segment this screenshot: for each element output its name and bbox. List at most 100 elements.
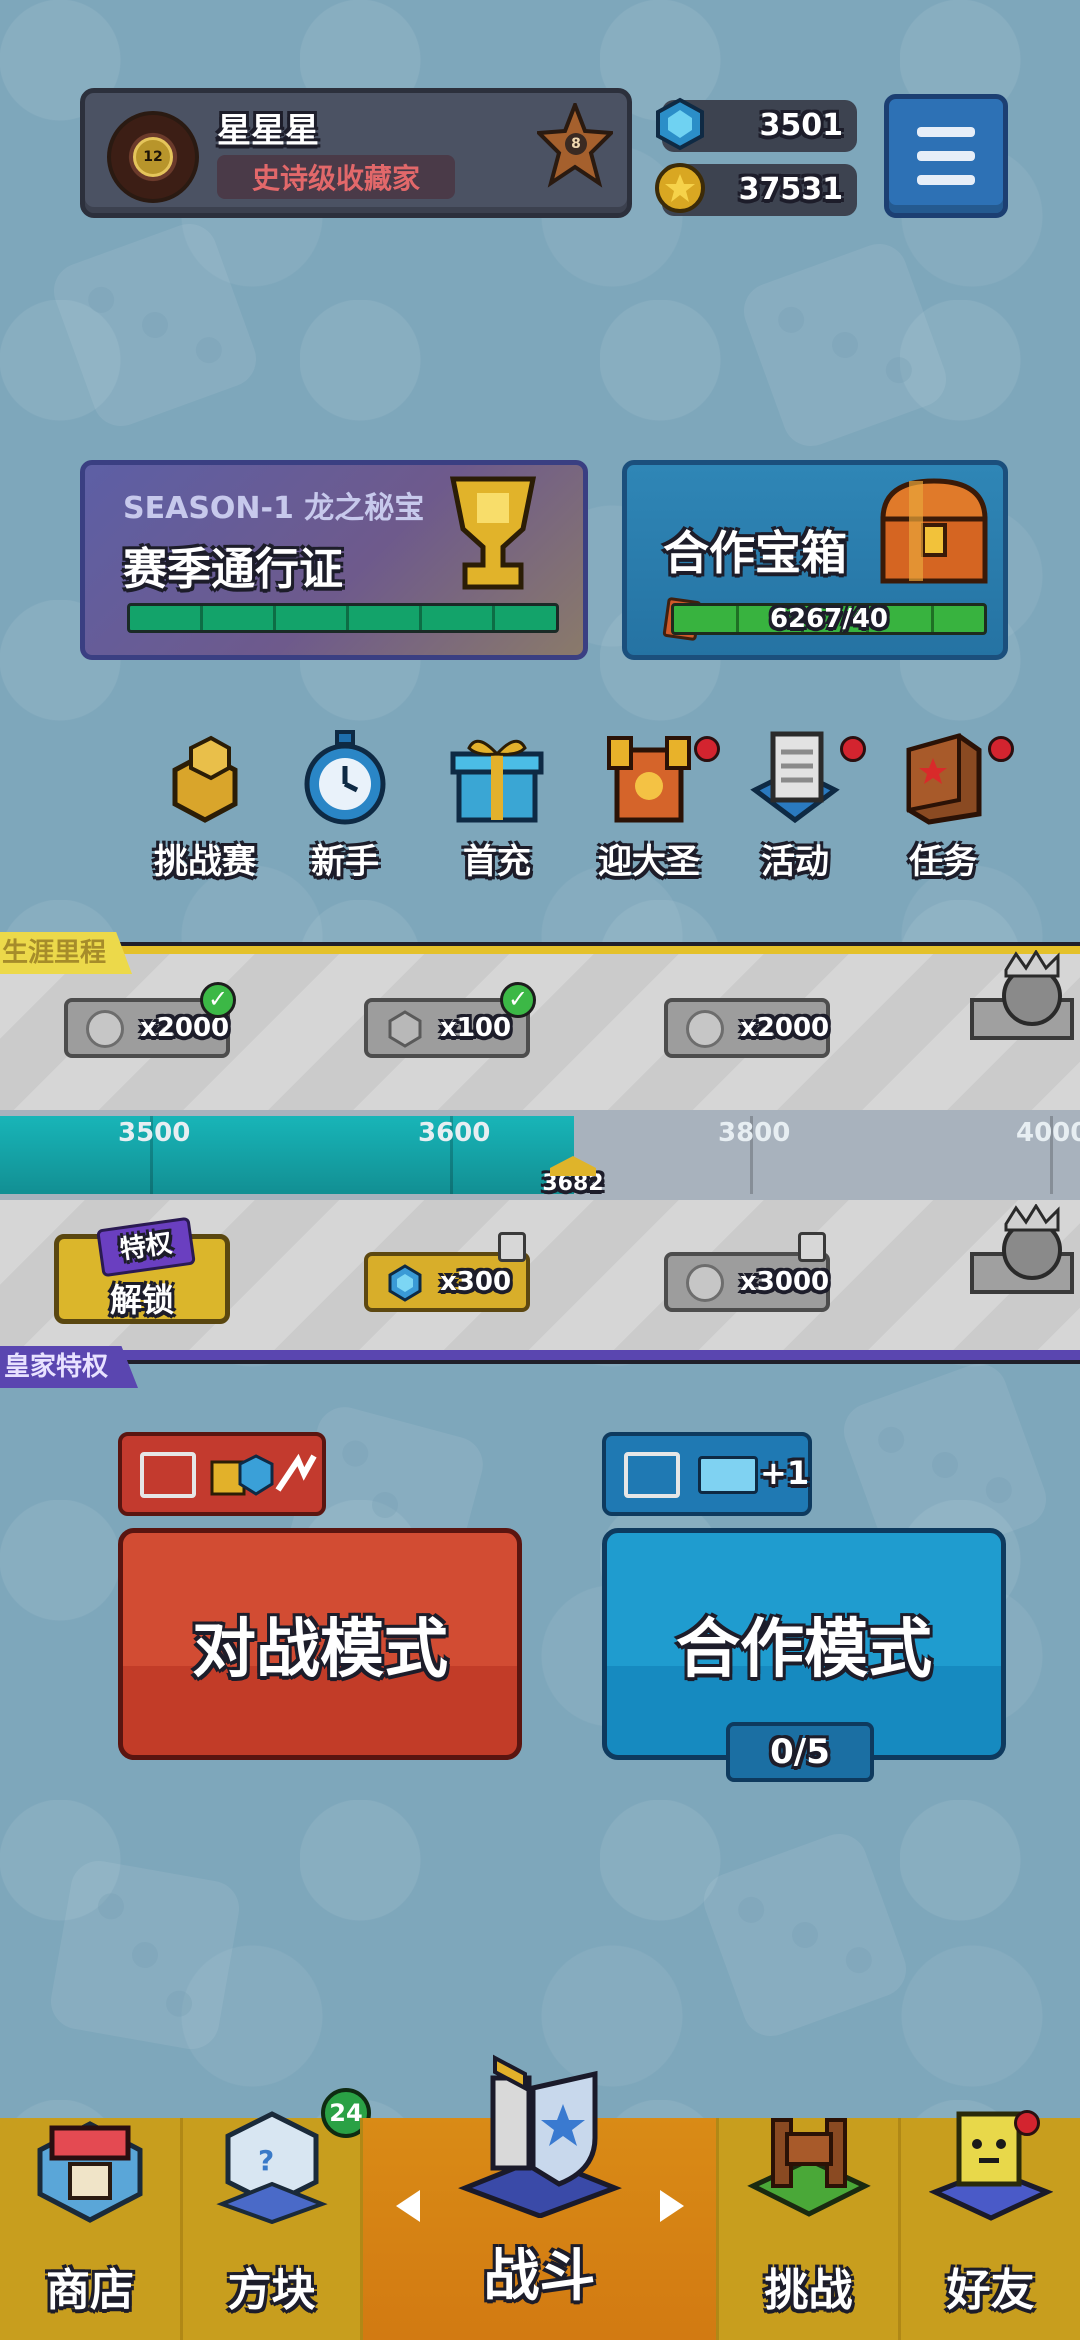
nav-friends[interactable]: 好友 [898,2110,1080,2340]
nav-blocks[interactable]: ? 24 方块 [180,2088,371,2340]
rank-level: 8 [565,133,587,155]
menu-button[interactable] [884,94,1008,218]
feature-label: 首充 [463,842,531,882]
royal-reward[interactable]: x3000 [664,1232,830,1312]
feature-first-recharge[interactable]: 首充 [432,730,562,882]
nav-label: 商店 [46,2265,134,2316]
mystery-block-icon: ? [215,2111,328,2224]
season-pass-title: 赛季通行证 [123,544,343,595]
season-pass-banner[interactable]: SEASON-1 龙之秘宝 赛季通行证 [80,460,588,660]
coin-icon [655,163,705,213]
reward-amount: x300 [440,1267,512,1297]
coin-counter[interactable]: 37531 [655,163,857,216]
battle-reward-items-icon [210,1453,317,1496]
notification-dot [840,736,866,762]
battle-mode-button[interactable]: 对战模式 [118,1528,522,1760]
avatar-level-badge: 12 [133,137,173,177]
career-current-score: 3682 [540,1160,606,1196]
unlock-label: 解锁 [109,1281,174,1319]
career-reward[interactable]: x2000 [664,998,830,1058]
coop-attempts-counter: 0/5 [726,1722,874,1782]
lock-icon [798,1232,826,1262]
feature-newbie[interactable]: 新手 [280,730,410,882]
notification-dot [1014,2110,1040,2136]
nav-label: 战斗 [483,2244,596,2309]
track-tick-label: 4000 [1016,1118,1080,1148]
reward-amount: x3000 [740,1267,830,1297]
lock-icon [498,1232,526,1262]
hamburger-icon [917,151,975,161]
battle-video-reward[interactable] [118,1432,326,1516]
bottom-navigation: 商店 ? 24 方块 战斗 挑战 好友 [0,2054,1080,2340]
coop-chest-banner[interactable]: 合作宝箱 6267/40 [622,460,1008,660]
treasure-chest-icon [880,478,988,584]
gem-counter[interactable]: 3501 [656,97,857,152]
royal-header-strip [0,1350,1080,1364]
shop-icon [37,2121,143,2223]
battle-shield-icon [457,2054,622,2218]
player-name: 星星星 [217,111,319,151]
trophy-icon [449,476,537,590]
challenge-blocks-icon [172,735,238,823]
coop-chest-progress: 6267/40 [671,603,987,635]
track-tick-label: 3500 [118,1118,191,1148]
season-progress-bar [127,603,559,633]
feature-events[interactable]: 活动 [730,730,866,882]
career-reward[interactable]: x2000 ✓ [64,982,236,1058]
track-tick-label: 3600 [418,1118,491,1148]
feature-quests[interactable]: 任务 [878,730,1014,882]
royal-privilege-label: 皇家特权 [0,1346,138,1388]
stopwatch-icon [304,730,386,825]
monkey-king-icon [607,736,691,823]
gem-amount: 3501 [759,108,844,143]
feature-label: 活动 [761,842,829,882]
nav-next-arrow[interactable] [660,2190,684,2222]
royal-reward[interactable]: x300 [364,1232,530,1312]
challenge-gate-icon [746,2118,871,2217]
gem-icon [388,1264,422,1302]
robot-skin-icon [970,1204,1074,1294]
coop-video-reward[interactable]: +1 [602,1432,812,1516]
video-reward-icon [140,1452,196,1498]
event-scroll-icon [750,731,840,824]
feature-label: 任务 [909,842,977,882]
reward-amount: x100 [440,1013,512,1043]
nav-prev-arrow[interactable] [396,2190,420,2222]
notification-dot [988,736,1014,762]
feature-label: 迎大圣 [598,842,700,882]
player-title: 史诗级收藏家 [217,155,455,199]
career-header-strip [0,942,1080,954]
feature-challenge[interactable]: 挑战赛 [140,730,270,882]
dice-decoration [46,1856,244,2054]
coin-amount: 37531 [738,172,843,207]
coin-icon [686,1010,724,1048]
nav-label: 好友 [946,2265,1035,2316]
hamburger-icon [917,175,975,185]
career-reward[interactable]: x100 ✓ [364,982,536,1058]
coin-icon [686,1264,724,1302]
gift-box-icon [450,739,544,823]
nav-battle[interactable]: 战斗 [360,2054,716,2340]
nav-challenge[interactable]: 挑战 [716,2118,898,2340]
coin-icon [86,1010,124,1048]
hamburger-icon [917,127,975,137]
notification-dot [694,736,720,762]
check-icon: ✓ [200,982,236,1018]
nav-label: 挑战 [764,2265,853,2316]
video-reward-icon [624,1452,680,1498]
nav-label: 方块 [227,2265,316,2316]
gem-icon [388,1010,422,1048]
player-profile-card[interactable]: 12 星星星 史诗级收藏家 8 [80,88,632,218]
feature-label: 新手 [311,842,379,882]
reward-amount: x2000 [740,1013,830,1043]
nav-shop[interactable]: 商店 [0,2118,180,2340]
royal-unlock-button[interactable]: 特权 解锁 [54,1216,230,1324]
track-tick-label: 3800 [718,1118,791,1148]
feature-label: 挑战赛 [154,842,256,882]
coop-chest-title: 合作宝箱 [663,526,847,580]
quest-book-icon [906,733,982,825]
coop-reward-bonus: +1 [760,1454,810,1492]
gem-icon [656,97,704,151]
feature-monkey-king[interactable]: 迎大圣 [584,730,720,882]
avatar[interactable]: 12 [107,111,199,203]
